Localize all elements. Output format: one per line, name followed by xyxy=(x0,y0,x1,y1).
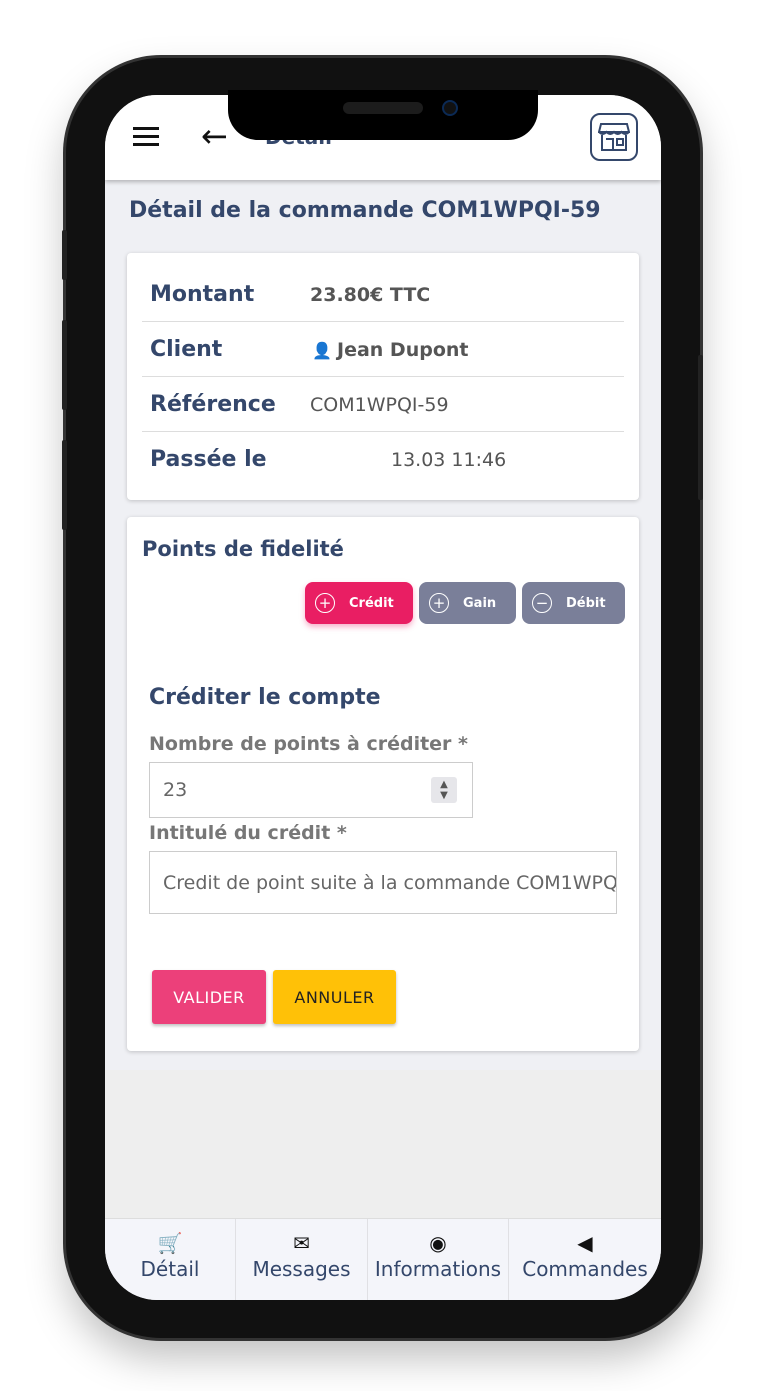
validate-button[interactable]: VALIDER xyxy=(152,970,266,1024)
points-input[interactable]: 23 ▲ ▼ xyxy=(149,762,473,818)
speaker xyxy=(343,102,423,114)
points-label: Nombre de points à créditer * xyxy=(149,733,468,755)
screen: ← Détail Détail de la commande COM1WPQI-… xyxy=(105,95,661,1300)
mail-notification-icon: ✉ xyxy=(293,1231,310,1255)
phone-volume-down xyxy=(62,440,67,530)
account-circle-icon: ◉ xyxy=(429,1231,447,1255)
amount-label: Montant xyxy=(150,282,255,307)
credit-label-value: Credit de point suite à la commande COM1… xyxy=(163,871,617,894)
person-icon: 👤 xyxy=(312,341,332,360)
camera xyxy=(442,100,458,116)
points-value: 23 xyxy=(163,779,188,801)
debit-label: Débit xyxy=(566,595,606,611)
phone-mute-button xyxy=(62,230,67,280)
number-spinner[interactable]: ▲ ▼ xyxy=(431,777,457,803)
gain-button[interactable]: + Gain xyxy=(419,582,516,624)
tab-label: Commandes xyxy=(522,1257,648,1281)
tab-label: Informations xyxy=(374,1257,502,1281)
back-circle-icon: ◀ xyxy=(577,1231,593,1255)
order-summary-card: Montant 23.80€ TTC Client 👤 Jean Dupont Réf… xyxy=(127,253,639,500)
notch xyxy=(228,90,538,140)
phone-power-button xyxy=(698,355,703,500)
page-title: Détail de la commande COM1WPQI-59 xyxy=(129,198,601,223)
amount-value: 23.80€ TTC xyxy=(310,284,431,306)
minus-circle-icon: − xyxy=(532,593,552,613)
tab-label: Messages xyxy=(252,1257,351,1281)
loyalty-title: Points de fidelité xyxy=(142,537,344,561)
gain-label: Gain xyxy=(463,595,497,611)
store-icon[interactable] xyxy=(590,113,638,161)
debit-button[interactable]: − Débit xyxy=(522,582,625,624)
loyalty-card: Points de fidelité + Crédit + Gain − Débit … xyxy=(127,517,639,1051)
reference-row: Référence COM1WPQI-59 xyxy=(142,377,624,432)
phone-volume-up xyxy=(62,320,67,410)
tab-detail[interactable]: 🛒 Détail xyxy=(105,1219,236,1300)
cart-icon: 🛒 xyxy=(157,1231,183,1255)
credit-button[interactable]: + Crédit xyxy=(305,582,413,624)
credit-label-input[interactable]: Credit de point suite à la commande COM1… xyxy=(149,851,617,914)
amount-row: Montant 23.80€ TTC xyxy=(142,267,624,322)
form-title: Créditer le compte xyxy=(149,685,381,710)
tab-commandes[interactable]: ◀ Commandes xyxy=(509,1219,661,1300)
client-value: Jean Dupont xyxy=(337,339,469,361)
client-label: Client xyxy=(150,337,223,362)
content: Détail de la commande COM1WPQI-59 Montan… xyxy=(105,180,661,1070)
tab-label: Détail xyxy=(140,1257,200,1281)
bottom-tab-bar: 🛒 Détail ✉ Messages ◉ Informations ◀ Command… xyxy=(105,1218,661,1300)
client-row: Client 👤 Jean Dupont xyxy=(142,322,624,377)
arrow-left-icon[interactable]: ← xyxy=(201,117,228,155)
credit-label-label: Intitulé du crédit * xyxy=(149,822,347,844)
tab-messages[interactable]: ✉ Messages xyxy=(236,1219,368,1300)
plus-circle-icon: + xyxy=(315,593,335,613)
reference-value: COM1WPQI-59 xyxy=(310,394,449,416)
date-label: Passée le xyxy=(150,447,267,472)
credit-label: Crédit xyxy=(349,595,394,611)
date-row: Passée le 13.03 11:46 xyxy=(142,432,624,487)
date-value: 13.03 11:46 xyxy=(391,449,507,471)
reference-label: Référence xyxy=(150,392,276,417)
cancel-button[interactable]: ANNULER xyxy=(273,970,396,1024)
tab-informations[interactable]: ◉ Informations xyxy=(368,1219,509,1300)
hamburger-icon[interactable] xyxy=(133,127,159,147)
plus-circle-icon: + xyxy=(429,593,449,613)
